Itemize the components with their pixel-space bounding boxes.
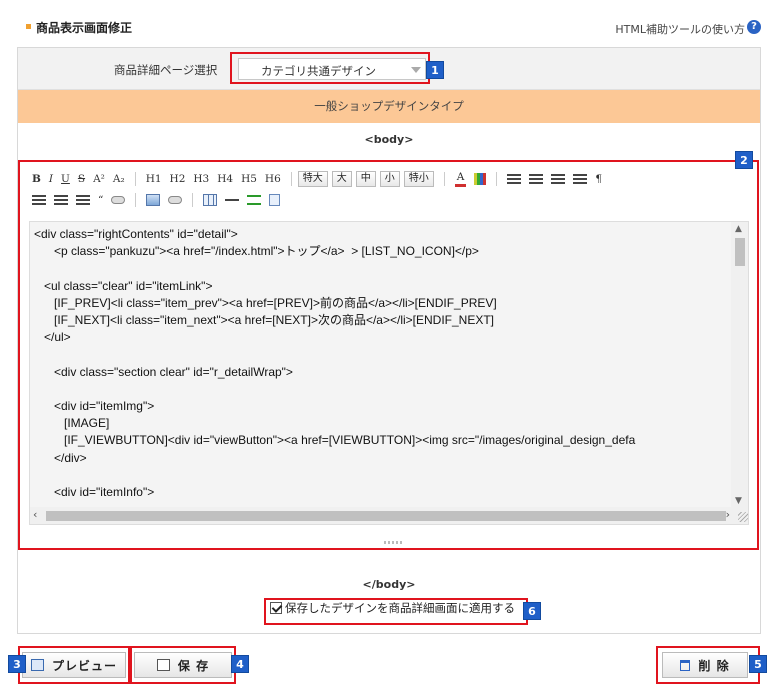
- title-bullet-icon: [26, 24, 31, 29]
- step-badge-4: 4: [231, 655, 249, 673]
- html-help-link[interactable]: HTML補助ツールの使い方: [615, 21, 745, 37]
- step-badge-2: 2: [735, 151, 753, 169]
- highlight-box-2: [18, 160, 759, 550]
- highlight-box-1: [230, 52, 430, 84]
- highlight-box-3: [18, 646, 130, 684]
- design-type-banner: 一般ショップデザインタイプ: [18, 90, 760, 123]
- highlight-box-6: [264, 598, 528, 625]
- help-icon[interactable]: ?: [747, 20, 761, 34]
- highlight-box-4: [130, 646, 236, 684]
- step-badge-6: 6: [523, 602, 541, 620]
- highlight-box-5: [656, 646, 760, 684]
- body-close-tag: </body>: [362, 578, 416, 591]
- page-title: 商品表示画面修正: [36, 21, 133, 35]
- step-badge-5: 5: [749, 655, 767, 673]
- step-badge-3: 3: [8, 655, 26, 673]
- page-header: 商品表示画面修正 HTML補助ツールの使い方 ?: [0, 0, 775, 44]
- body-open-tag: <body>: [364, 133, 414, 146]
- step-badge-1: 1: [426, 61, 444, 79]
- page-select-label: 商品詳細ページ選択: [114, 63, 218, 77]
